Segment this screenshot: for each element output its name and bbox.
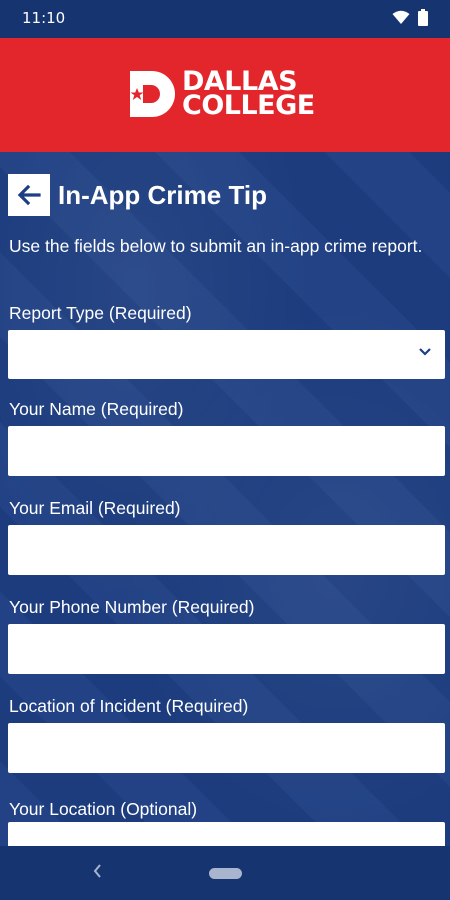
title-row: In-App Crime Tip	[8, 174, 267, 216]
name-label: Your Name (Required)	[9, 399, 184, 419]
incident-location-input[interactable]	[8, 723, 445, 773]
your-location-input[interactable]	[8, 822, 445, 846]
phone-input[interactable]	[8, 624, 445, 674]
status-bar: 11:10	[0, 0, 450, 38]
report-type-select[interactable]	[8, 330, 445, 379]
nav-home-pill[interactable]	[209, 868, 242, 879]
page-title: In-App Crime Tip	[58, 179, 267, 210]
report-type-label: Report Type (Required)	[9, 303, 192, 323]
phone-label: Your Phone Number (Required)	[9, 597, 255, 617]
incident-location-label: Location of Incident (Required)	[9, 696, 249, 716]
wifi-icon	[392, 10, 410, 24]
dallas-college-logo: DALLAS COLLEGE	[130, 68, 315, 121]
status-time: 11:10	[22, 9, 66, 27]
app-header: DALLAS COLLEGE	[0, 38, 450, 152]
your-location-label: Your Location (Optional)	[9, 799, 198, 819]
name-input[interactable]	[8, 426, 445, 476]
battery-icon	[418, 9, 428, 26]
back-button[interactable]	[8, 174, 50, 216]
intro-text: Use the fields below to submit an in-app…	[9, 236, 423, 256]
dallas-college-d-icon	[130, 71, 175, 117]
chevron-down-icon	[419, 348, 431, 356]
logo-text-line2: COLLEGE	[182, 90, 315, 121]
arrow-left-icon	[17, 185, 41, 205]
system-nav-bar	[0, 846, 450, 900]
form-content[interactable]: In-App Crime Tip Use the fields below to…	[0, 152, 450, 846]
status-icons	[392, 9, 428, 26]
email-input[interactable]	[8, 525, 445, 575]
nav-back-icon[interactable]	[92, 863, 102, 879]
email-label: Your Email (Required)	[9, 498, 181, 518]
